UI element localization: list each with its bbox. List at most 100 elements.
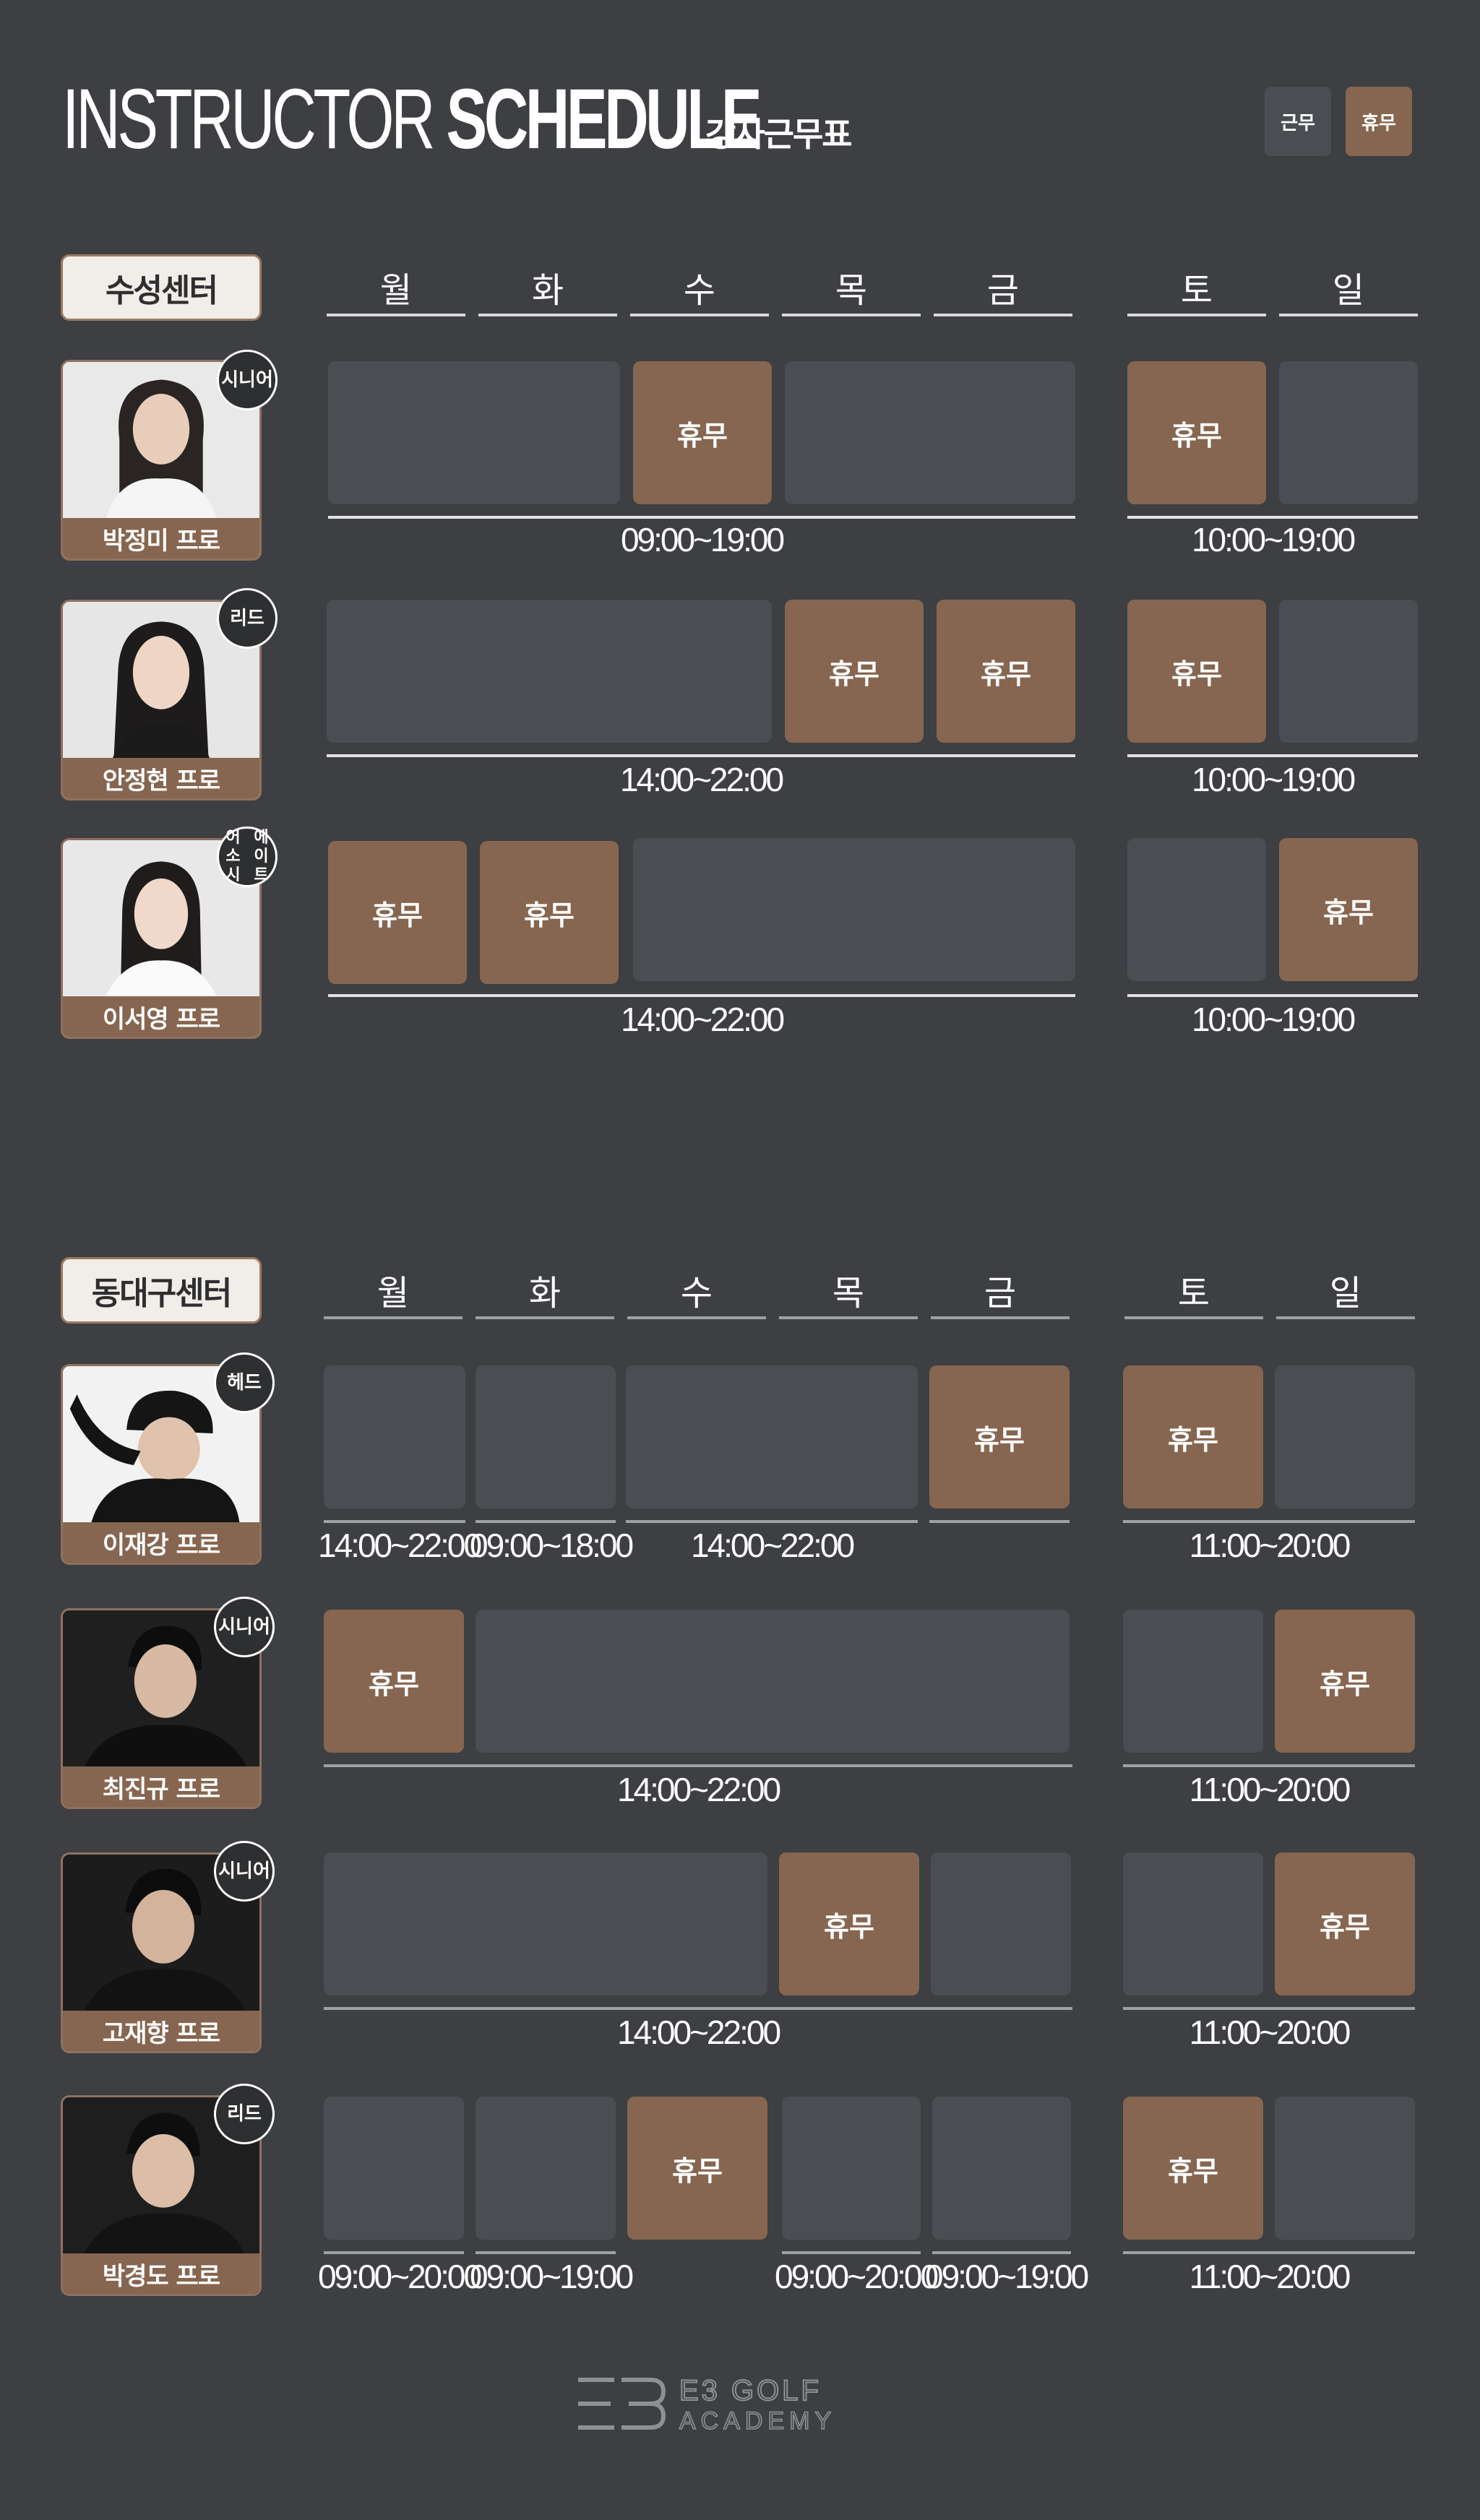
- work-cell: [324, 2097, 464, 2240]
- day-tue: 화: [476, 1272, 614, 1319]
- instructor-name: 박정미 프로: [63, 518, 259, 558]
- hours-line: [476, 2251, 616, 2254]
- work-cell: [932, 2097, 1071, 2240]
- page-subtitle: 강사근무표: [705, 115, 853, 154]
- title-light: INSTRUCTOR: [62, 72, 436, 167]
- rank-line-2: 에이트: [254, 829, 269, 884]
- hours-line: [327, 754, 1075, 757]
- legend-work: 근무: [1265, 87, 1331, 156]
- work-cell: [785, 361, 1075, 504]
- work-cell: [633, 838, 1075, 981]
- work-cell: [1275, 1365, 1415, 1509]
- weekend-hours: 11:00~20:00: [1189, 1771, 1351, 1808]
- work-cell: [324, 1365, 465, 1509]
- weekend-hours: 10:00~19:00: [1191, 521, 1356, 558]
- work-cell: [476, 1610, 1070, 1753]
- hours-line: [324, 1520, 465, 1523]
- day-sun: 일: [1279, 269, 1418, 316]
- hours-line: [1123, 2251, 1415, 2254]
- hours-line: [328, 516, 1075, 519]
- hours-line: [1127, 516, 1418, 519]
- work-cell: [931, 1852, 1071, 1995]
- legend-off: 휴무: [1346, 87, 1412, 156]
- hours-line: [1123, 1764, 1415, 1767]
- off-cell: 휴무: [1127, 600, 1266, 743]
- off-cell: 휴무: [1275, 1610, 1415, 1753]
- rank-badge: 시니어: [214, 1597, 275, 1657]
- work-cell: [1127, 838, 1266, 981]
- weekend-hours: 10:00~19:00: [1191, 1001, 1356, 1038]
- instructor-name: 이재강 프로: [63, 1522, 259, 1563]
- day-fri: 금: [934, 269, 1072, 316]
- work-cell: [1275, 2097, 1415, 2240]
- hours-line: [476, 1520, 616, 1523]
- off-cell: 휴무: [324, 1610, 464, 1753]
- page-title: INSTRUCTOR SCHEDULE: [62, 72, 762, 167]
- weekend-hours: 10:00~19:00: [1191, 761, 1356, 798]
- hours-line: [1127, 754, 1418, 757]
- off-cell: 휴무: [627, 2097, 767, 2240]
- rank-line-1: 어소시: [225, 829, 241, 884]
- tue-hours: 09:00~19:00: [470, 2258, 634, 2295]
- off-cell: 휴무: [1123, 2097, 1263, 2240]
- logo-line-1: E3 GOLF: [679, 2375, 822, 2407]
- work-cell: [1279, 600, 1418, 743]
- work-cell: [327, 600, 772, 743]
- fri-hours: 09:00~19:00: [925, 2258, 1089, 2295]
- day-thu: 목: [782, 269, 921, 316]
- hours-line: [324, 1764, 1072, 1767]
- off-cell: 휴무: [929, 1365, 1070, 1509]
- rank-badge: 리드: [217, 588, 278, 649]
- center-label: 수성센터: [61, 254, 262, 321]
- work-cell: [626, 1365, 918, 1509]
- off-cell: 휴무: [1275, 1852, 1415, 1995]
- hours-line: [782, 2251, 921, 2254]
- weekday-hours: 14:00~22:00: [620, 1001, 785, 1038]
- weekday-hours: 09:00~19:00: [620, 521, 785, 558]
- hours-line: [626, 1520, 918, 1523]
- off-cell: 휴무: [1127, 361, 1266, 504]
- hours-line: [929, 1520, 1070, 1523]
- tue-hours: 09:00~18:00: [470, 1527, 634, 1564]
- work-cell: [476, 2097, 616, 2240]
- instructor-name: 최진규 프로: [63, 1766, 259, 1807]
- hours-line: [328, 994, 1075, 997]
- weekend-hours: 11:00~20:00: [1189, 2014, 1351, 2051]
- rank-badge: 어소시 에이트: [217, 827, 278, 887]
- rank-badge: 헤드: [214, 1352, 275, 1413]
- thu-hours: 09:00~20:00: [775, 2258, 939, 2295]
- weekend-hours: 11:00~20:00: [1189, 2258, 1351, 2295]
- off-cell: 휴무: [779, 1852, 919, 1995]
- work-cell: [1123, 1852, 1263, 1995]
- work-cell: [476, 1365, 616, 1509]
- mon-hours: 09:00~20:00: [318, 2258, 482, 2295]
- rank-badge: 리드: [214, 2084, 275, 2144]
- off-cell: 휴무: [1279, 838, 1418, 981]
- hours-line: [1123, 1520, 1415, 1523]
- off-cell: 휴무: [1123, 1365, 1263, 1509]
- work-cell: [324, 1852, 767, 1995]
- weekday-hours: 14:00~22:00: [616, 1771, 781, 1808]
- day-tue: 화: [478, 269, 617, 316]
- instructor-name: 고재향 프로: [63, 2011, 259, 2051]
- center-label: 동대구센터: [61, 1257, 262, 1324]
- hours-line: [1123, 2007, 1415, 2010]
- hours-line: [324, 2007, 1072, 2010]
- instructor-name: 이서영 프로: [63, 996, 259, 1037]
- day-fri: 금: [931, 1272, 1070, 1319]
- day-sat: 토: [1127, 269, 1266, 316]
- academy-logo: E3 GOLF ACADEMY: [578, 2374, 832, 2435]
- day-wed: 수: [630, 269, 769, 316]
- work-cell: [1279, 361, 1418, 504]
- weekday-hours: 14:00~22:00: [619, 761, 784, 798]
- rank-badge: 시니어: [214, 1841, 275, 1902]
- off-cell: 휴무: [328, 841, 467, 984]
- day-sat: 토: [1124, 1272, 1263, 1319]
- work-cell: [782, 2097, 921, 2240]
- day-mon: 월: [327, 269, 465, 316]
- rank-badge: 시니어: [217, 350, 278, 410]
- day-wed: 수: [627, 1272, 766, 1319]
- weekend-hours: 11:00~20:00: [1189, 1527, 1351, 1564]
- hours-line: [324, 2251, 464, 2254]
- hours-line: [1127, 994, 1418, 997]
